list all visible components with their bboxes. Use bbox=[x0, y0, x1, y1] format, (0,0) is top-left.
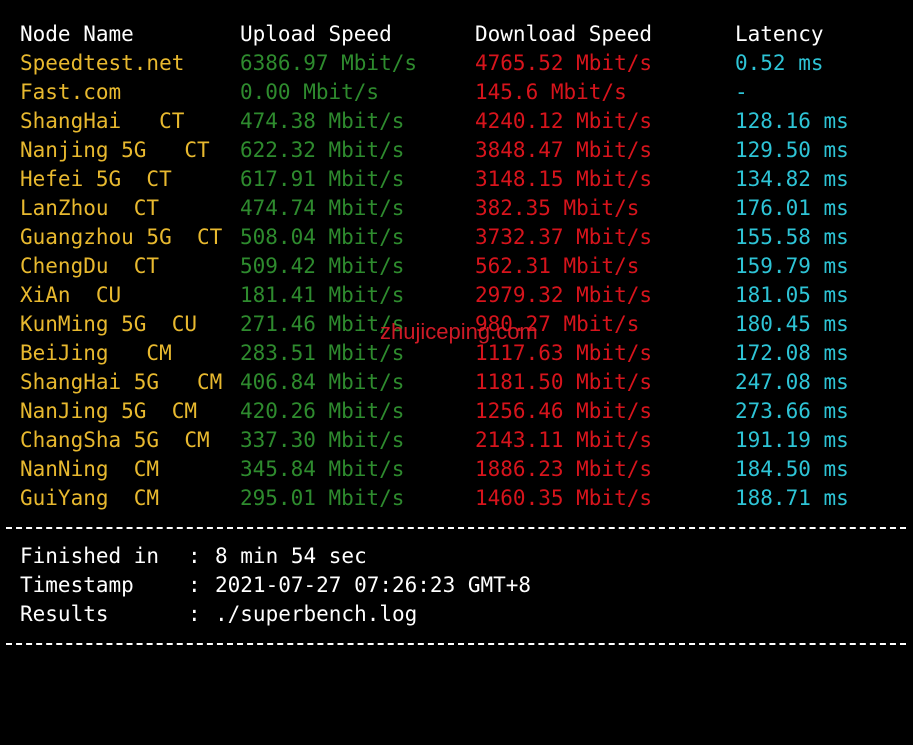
upload-speed-cell: 295.01 Mbit/s bbox=[240, 486, 405, 510]
summary-finished-row: Finished in : 8 min 54 sec bbox=[0, 542, 913, 571]
table-row: ChangSha 5G CM 337.30 Mbit/s 2143.11 Mbit/… bbox=[0, 426, 913, 455]
timestamp-label: Timestamp bbox=[20, 573, 134, 597]
results-value: ./superbench.log bbox=[215, 602, 418, 626]
download-speed-cell: 3732.37 Mbit/s bbox=[475, 225, 653, 249]
node-name-cell: ChangSha 5G CM bbox=[20, 428, 210, 452]
upload-speed-cell: 474.74 Mbit/s bbox=[240, 196, 405, 220]
upload-speed-cell: 617.91 Mbit/s bbox=[240, 167, 405, 191]
latency-cell: 180.45 ms bbox=[735, 312, 849, 336]
table-row: Hefei 5G CT 617.91 Mbit/s 3148.15 Mbit/s 13… bbox=[0, 165, 913, 194]
node-name-cell: ShangHai CT bbox=[20, 109, 185, 133]
table-row: ShangHai 5G CM 406.84 Mbit/s 1181.50 Mbit/… bbox=[0, 368, 913, 397]
table-row: Speedtest.net 6386.97 Mbit/s 4765.52 Mbit/… bbox=[0, 49, 913, 78]
latency-cell: 129.50 ms bbox=[735, 138, 849, 162]
summary-results-row: Results : ./superbench.log bbox=[0, 600, 913, 629]
upload-speed-cell: 406.84 Mbit/s bbox=[240, 370, 405, 394]
node-name-cell: Guangzhou 5G CT bbox=[20, 225, 223, 249]
upload-speed-cell: 509.42 Mbit/s bbox=[240, 254, 405, 278]
divider-top bbox=[6, 527, 906, 529]
finished-label: Finished in bbox=[20, 544, 160, 568]
upload-speed-cell: 181.41 Mbit/s bbox=[240, 283, 405, 307]
table-row: GuiYang CM 295.01 Mbit/s 1460.35 Mbit/s 188… bbox=[0, 484, 913, 513]
table-row: XiAn CU 181.41 Mbit/s 2979.32 Mbit/s 181.05… bbox=[0, 281, 913, 310]
download-speed-cell: 145.6 Mbit/s bbox=[475, 80, 627, 104]
download-speed-cell: 4240.12 Mbit/s bbox=[475, 109, 653, 133]
table-row: LanZhou CT 474.74 Mbit/s 382.35 Mbit/s 176.… bbox=[0, 194, 913, 223]
upload-speed-cell: 508.04 Mbit/s bbox=[240, 225, 405, 249]
node-name-cell: BeiJing CM bbox=[20, 341, 172, 365]
download-speed-cell: 1460.35 Mbit/s bbox=[475, 486, 653, 510]
node-name-cell: Fast.com bbox=[20, 80, 122, 104]
table-row: NanNing CM 345.84 Mbit/s 1886.23 Mbit/s 184… bbox=[0, 455, 913, 484]
upload-speed-cell: 622.32 Mbit/s bbox=[240, 138, 405, 162]
download-speed-cell: 1256.46 Mbit/s bbox=[475, 399, 653, 423]
download-speed-cell: 1886.23 Mbit/s bbox=[475, 457, 653, 481]
divider-bottom bbox=[6, 643, 906, 645]
download-speed-cell: 562.31 Mbit/s bbox=[475, 254, 640, 278]
node-name-cell: KunMing 5G CU bbox=[20, 312, 198, 336]
header-latency: Latency bbox=[735, 22, 824, 46]
finished-separator: : bbox=[188, 544, 201, 568]
download-speed-cell: 2143.11 Mbit/s bbox=[475, 428, 653, 452]
node-name-cell: Speedtest.net bbox=[20, 51, 185, 75]
latency-cell: - bbox=[735, 80, 748, 104]
download-speed-cell: 3848.47 Mbit/s bbox=[475, 138, 653, 162]
table-row: Fast.com 0.00 Mbit/s 145.6 Mbit/s - bbox=[0, 78, 913, 107]
latency-cell: 176.01 ms bbox=[735, 196, 849, 220]
latency-cell: 134.82 ms bbox=[735, 167, 849, 191]
latency-cell: 155.58 ms bbox=[735, 225, 849, 249]
table-row: Guangzhou 5G CT 508.04 Mbit/s 3732.37 Mbit… bbox=[0, 223, 913, 252]
table-header-row: Node Name Upload Speed Download Speed La… bbox=[0, 20, 913, 49]
header-node-name: Node Name bbox=[20, 22, 134, 46]
download-speed-cell: 2979.32 Mbit/s bbox=[475, 283, 653, 307]
node-name-cell: NanJing 5G CM bbox=[20, 399, 198, 423]
upload-speed-cell: 0.00 Mbit/s bbox=[240, 80, 380, 104]
header-upload-speed: Upload Speed bbox=[240, 22, 392, 46]
table-row: NanJing 5G CM 420.26 Mbit/s 1256.46 Mbit/s… bbox=[0, 397, 913, 426]
watermark-text: zhujiceping.com bbox=[380, 319, 538, 344]
upload-speed-cell: 420.26 Mbit/s bbox=[240, 399, 405, 423]
latency-cell: 247.08 ms bbox=[735, 370, 849, 394]
download-speed-cell: 3148.15 Mbit/s bbox=[475, 167, 653, 191]
terminal-window[interactable]: Node Name Upload Speed Download Speed La… bbox=[0, 0, 913, 649]
download-speed-cell: 4765.52 Mbit/s bbox=[475, 51, 653, 75]
download-speed-cell: 382.35 Mbit/s bbox=[475, 196, 640, 220]
results-separator: : bbox=[188, 602, 201, 626]
latency-cell: 159.79 ms bbox=[735, 254, 849, 278]
latency-cell: 188.71 ms bbox=[735, 486, 849, 510]
upload-speed-cell: 6386.97 Mbit/s bbox=[240, 51, 418, 75]
node-name-cell: LanZhou CT bbox=[20, 196, 160, 220]
latency-cell: 172.08 ms bbox=[735, 341, 849, 365]
upload-speed-cell: 474.38 Mbit/s bbox=[240, 109, 405, 133]
latency-cell: 0.52 ms bbox=[735, 51, 824, 75]
latency-cell: 181.05 ms bbox=[735, 283, 849, 307]
upload-speed-cell: 345.84 Mbit/s bbox=[240, 457, 405, 481]
summary-timestamp-row: Timestamp : 2021-07-27 07:26:23 GMT+8 bbox=[0, 571, 913, 600]
latency-cell: 191.19 ms bbox=[735, 428, 849, 452]
latency-cell: 128.16 ms bbox=[735, 109, 849, 133]
node-name-cell: Nanjing 5G CT bbox=[20, 138, 210, 162]
node-name-cell: Hefei 5G CT bbox=[20, 167, 172, 191]
table-row: ShangHai CT 474.38 Mbit/s 4240.12 Mbit/s 12… bbox=[0, 107, 913, 136]
table-row: ChengDu CT 509.42 Mbit/s 562.31 Mbit/s 159.… bbox=[0, 252, 913, 281]
header-download-speed: Download Speed bbox=[475, 22, 653, 46]
node-name-cell: GuiYang CM bbox=[20, 486, 160, 510]
timestamp-value: 2021-07-27 07:26:23 GMT+8 bbox=[215, 573, 532, 597]
node-name-cell: XiAn CU bbox=[20, 283, 122, 307]
upload-speed-cell: 337.30 Mbit/s bbox=[240, 428, 405, 452]
latency-cell: 273.66 ms bbox=[735, 399, 849, 423]
timestamp-separator: : bbox=[188, 573, 201, 597]
node-name-cell: NanNing CM bbox=[20, 457, 160, 481]
latency-cell: 184.50 ms bbox=[735, 457, 849, 481]
node-name-cell: ShangHai 5G CM bbox=[20, 370, 223, 394]
node-name-cell: ChengDu CT bbox=[20, 254, 160, 278]
finished-value: 8 min 54 sec bbox=[215, 544, 367, 568]
results-label: Results bbox=[20, 602, 109, 626]
table-row: Nanjing 5G CT 622.32 Mbit/s 3848.47 Mbit/s… bbox=[0, 136, 913, 165]
download-speed-cell: 1181.50 Mbit/s bbox=[475, 370, 653, 394]
